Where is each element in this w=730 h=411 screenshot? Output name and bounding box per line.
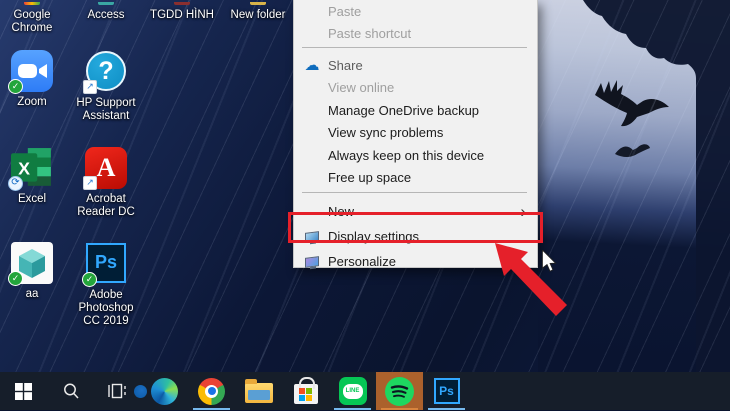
menu-item-label: Personalize — [328, 254, 396, 269]
desktop-icon-new-folder[interactable]: New folder — [221, 2, 295, 22]
check-badge-icon: ✓ — [8, 79, 23, 94]
spotify-icon — [385, 377, 414, 406]
menu-item-share[interactable]: ☁ Share — [294, 54, 537, 77]
taskbar-button-file-explorer[interactable] — [235, 372, 282, 410]
edge-icon — [151, 378, 178, 405]
line-app-icon: LINE — [339, 377, 367, 405]
taskbar: LINE Ps — [0, 372, 730, 410]
desktop-icon-label: New folder — [221, 9, 295, 22]
desktop-icon-label: GoogleChrome — [0, 9, 64, 35]
excel-icon: X⟳ — [11, 147, 53, 189]
menu-item-view-sync-problems[interactable]: View sync problems — [294, 122, 537, 145]
desktop-icon-aa[interactable]: ✓ aa — [0, 242, 64, 301]
menu-item-label: View sync problems — [328, 125, 443, 140]
sync-badge-icon: ⟳ — [8, 176, 23, 191]
crow-large-icon — [595, 80, 669, 126]
menu-item-manage-onedrive-backup[interactable]: Manage OneDrive backup — [294, 99, 537, 122]
taskbar-button-edge[interactable] — [141, 372, 188, 410]
desktop-icon-label: TGDD HÌNH — [144, 9, 220, 22]
chrome-icon — [198, 378, 225, 405]
desktop-icon-hp-support[interactable]: ?↗HP SupportAssistant — [70, 50, 142, 123]
desktop-icon-photoshop[interactable]: Ps✓AdobePhotoshopCC 2019 — [70, 242, 142, 328]
menu-item-label: Paste — [328, 4, 361, 19]
desktop-icon-label: Zoom — [0, 96, 64, 109]
folder-icon — [250, 2, 266, 5]
folder-icon — [174, 2, 190, 5]
check-badge-icon: ✓ — [82, 272, 97, 287]
menu-item-always-keep-on-this-device[interactable]: Always keep on this device — [294, 144, 537, 167]
desktop-icon-label: AcrobatReader DC — [70, 193, 142, 219]
menu-separator — [294, 192, 537, 199]
desktop-icon-label: Access — [74, 9, 138, 22]
onedrive-cloud-icon: ☁ — [302, 58, 322, 73]
menu-item-label: Manage OneDrive backup — [328, 103, 479, 118]
desktop-icon-zoom[interactable]: ✓ Zoom — [0, 50, 64, 109]
desktop-icon-label: aa — [0, 288, 64, 301]
microsoft-store-icon — [294, 384, 318, 404]
menu-item-label: Always keep on this device — [328, 148, 484, 163]
task-view-icon — [108, 383, 127, 399]
desktop-icon-excel[interactable]: X⟳ Excel — [0, 147, 64, 206]
access-icon — [98, 2, 114, 5]
menu-item-paste-shortcut: Paste shortcut — [294, 23, 537, 45]
menu-separator — [294, 47, 537, 54]
menu-item-label: Share — [328, 58, 363, 73]
shortcut-arrow-badge-icon: ↗ — [83, 176, 97, 190]
menu-item-view-online: View online — [294, 77, 537, 100]
desktop-icon-tgdd-hinh[interactable]: TGDD HÌNH — [144, 2, 220, 22]
windows-start-icon — [15, 383, 32, 400]
desktop-icon-label: AdobePhotoshopCC 2019 — [70, 289, 142, 328]
face-silhouette — [583, 0, 730, 372]
annotation-red-arrow-icon — [480, 233, 580, 328]
desktop-icon-google-chrome[interactable]: GoogleChrome — [0, 2, 64, 35]
desktop-icon-label: HP SupportAssistant — [70, 97, 142, 123]
shortcut-arrow-badge-icon: ↗ — [83, 80, 97, 94]
taskbar-button-spotify[interactable] — [376, 372, 423, 410]
menu-item-paste: Paste — [294, 1, 537, 23]
search-icon — [62, 382, 80, 400]
desktop-icon-label: Excel — [0, 193, 64, 206]
taskbar-button-start[interactable] — [0, 372, 47, 410]
file-explorer-icon — [245, 383, 273, 403]
menu-item-label: Free up space — [328, 170, 411, 185]
check-badge-icon: ✓ — [8, 271, 23, 286]
taskbar-button-search[interactable] — [47, 372, 94, 410]
taskbar-button-line[interactable]: LINE — [329, 372, 376, 410]
desktop-icon-acrobat[interactable]: A↗AcrobatReader DC — [70, 147, 142, 219]
mouse-cursor-icon — [541, 250, 557, 272]
personalize-monitor-icon — [302, 257, 322, 267]
taskbar-button-chrome[interactable] — [188, 372, 235, 410]
photoshop-icon: Ps — [434, 378, 460, 404]
crow-small-icon — [615, 144, 650, 157]
svg-text:X: X — [18, 158, 30, 178]
menu-item-free-up-space[interactable]: Free up space — [294, 167, 537, 190]
chrome-icon — [24, 2, 40, 5]
taskbar-button-photoshop[interactable]: Ps — [423, 372, 470, 410]
desktop-icon-access[interactable]: Access — [74, 2, 138, 22]
menu-item-label: Paste shortcut — [328, 26, 411, 41]
taskbar-button-store[interactable] — [282, 372, 329, 410]
menu-item-label: View online — [328, 80, 394, 95]
